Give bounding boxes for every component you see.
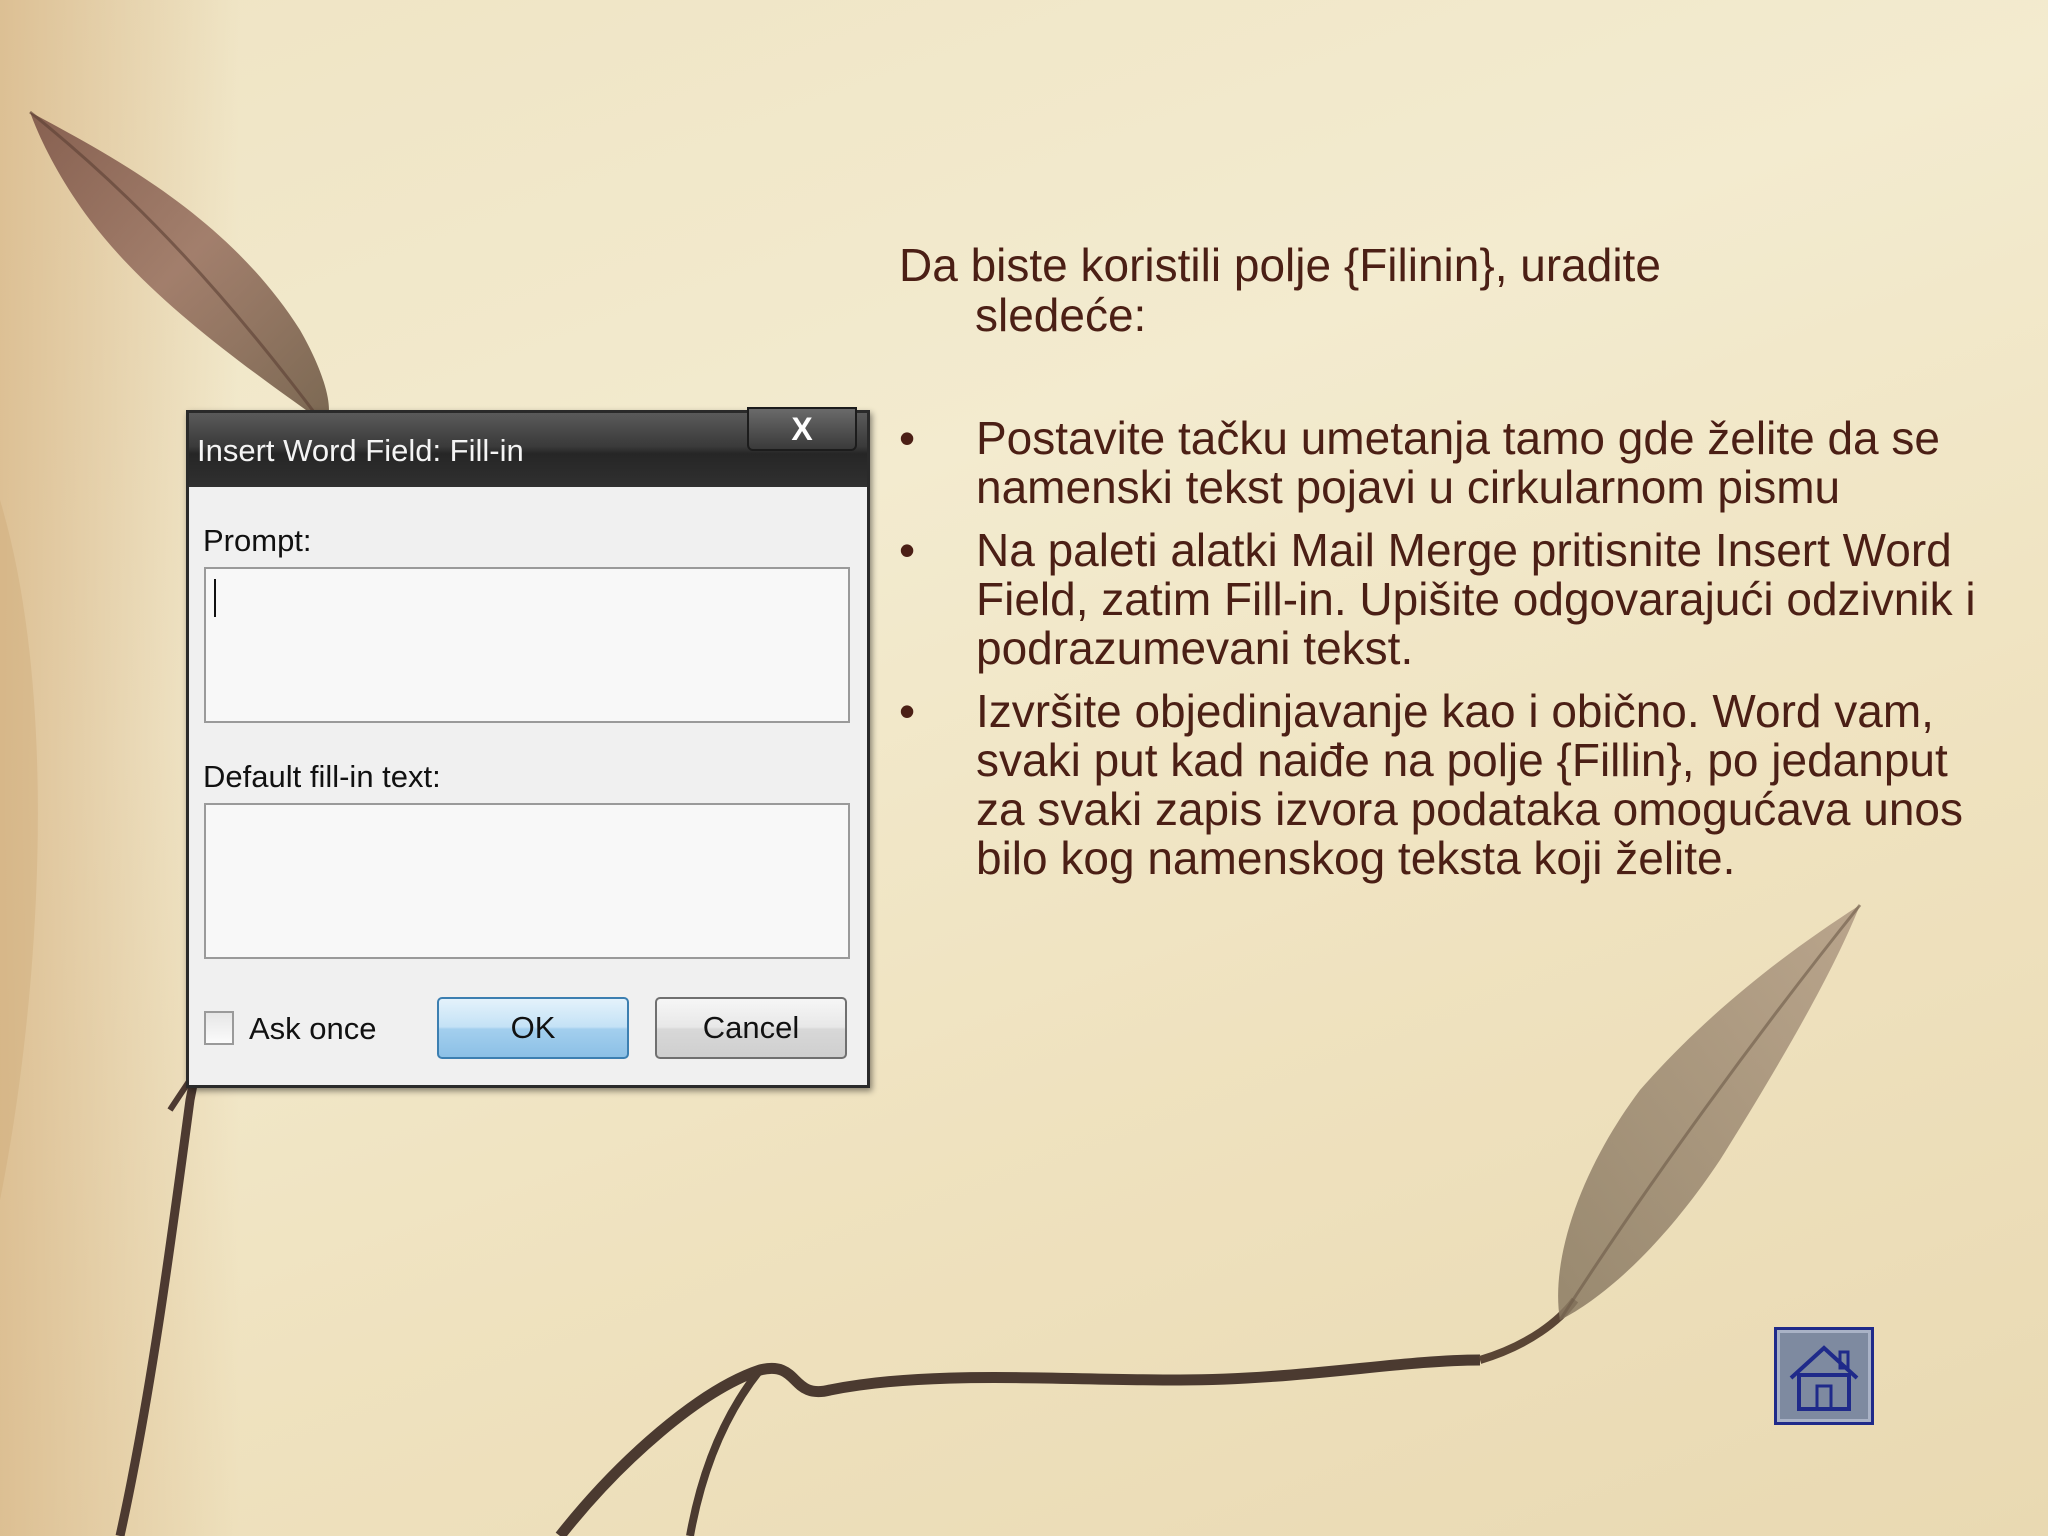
bullet-marker: • [899,412,916,464]
list-item: • Izvršite objedinjavanje kao i obično. … [899,687,2009,883]
instruction-list: • Postavite tačku umetanja tamo gde želi… [899,414,2009,897]
intro-line-1: Da biste koristili polje {Filinin}, urad… [899,239,1661,291]
ask-once-checkbox[interactable] [204,1011,234,1045]
dialog-title: Insert Word Field: Fill-in [197,433,524,468]
default-text-label: Default fill-in text: [203,759,441,794]
dialog-titlebar[interactable]: Insert Word Field: Fill-in X [189,407,867,489]
bullet-marker: • [899,524,916,576]
text-caret [214,579,216,617]
cancel-button[interactable]: Cancel [655,997,847,1059]
ask-once-label[interactable]: Ask once [249,1011,377,1047]
home-icon [1789,1345,1859,1411]
bullet-marker: • [899,685,916,737]
list-item-text: Postavite tačku umetanja tamo gde želite… [976,412,1941,513]
default-text-input[interactable] [204,803,850,959]
list-item: • Na paleti alatki Mail Merge pritisnite… [899,526,2009,673]
home-button[interactable] [1774,1327,1874,1425]
intro-paragraph: Da biste koristili polje {Filinin}, urad… [899,240,1999,340]
ok-button[interactable]: OK [437,997,629,1059]
prompt-input[interactable] [204,567,850,723]
list-item-text: Izvršite objedinjavanje kao i obično. Wo… [976,685,1964,884]
list-item: • Postavite tačku umetanja tamo gde želi… [899,414,2009,512]
prompt-label: Prompt: [203,523,312,558]
list-item-text: Na paleti alatki Mail Merge pritisnite I… [976,524,1976,674]
slide: Insert Word Field: Fill-in X Prompt: Def… [0,0,2048,1536]
dialog-body: Prompt: Default fill-in text: Ask once O… [189,487,867,1085]
fill-in-dialog: Insert Word Field: Fill-in X Prompt: Def… [186,407,870,1088]
close-icon: X [791,411,813,447]
intro-line-2: sledeće: [975,289,1147,341]
close-button[interactable]: X [747,407,857,451]
